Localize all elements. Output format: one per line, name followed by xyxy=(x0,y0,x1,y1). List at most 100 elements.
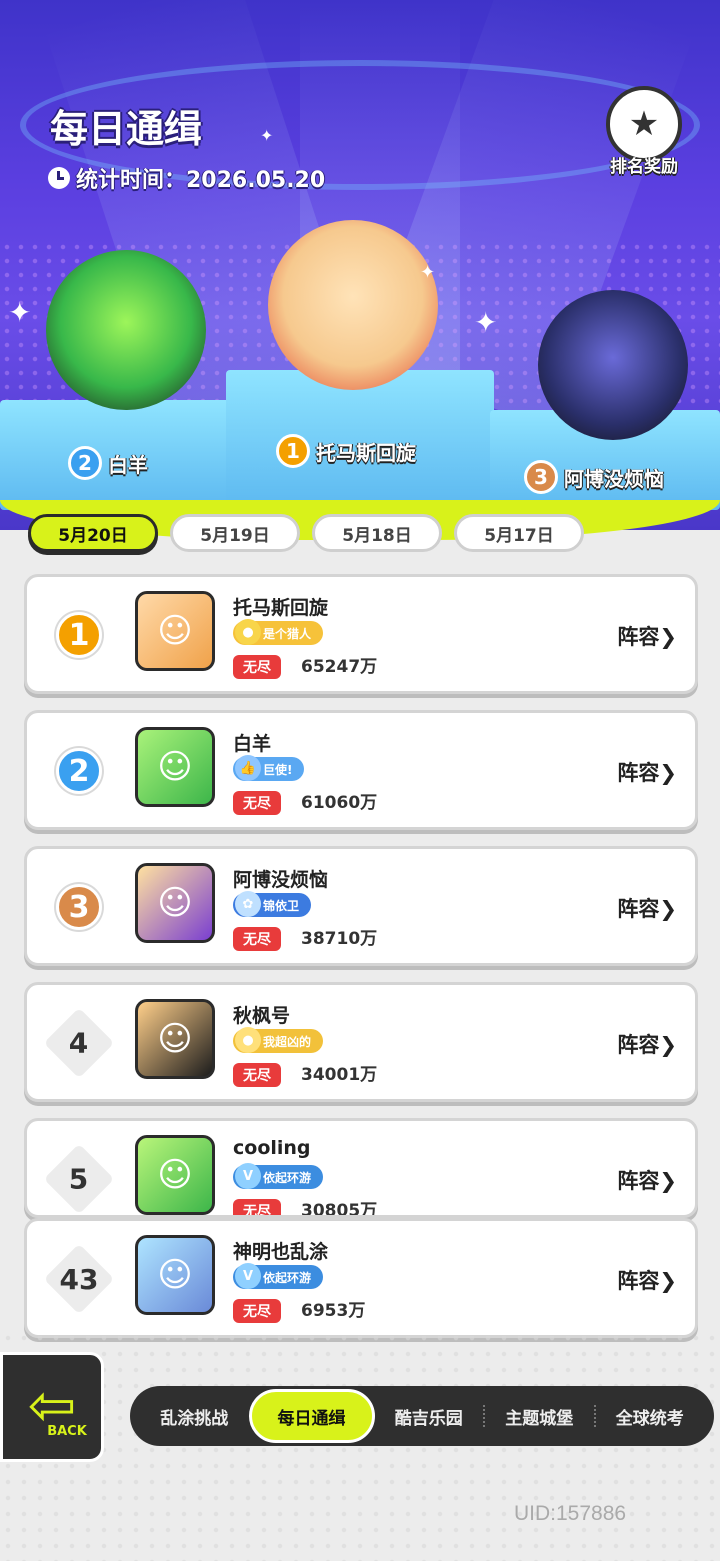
rank-cell: 2 xyxy=(47,741,111,801)
page-title: 每日通缉 xyxy=(50,107,203,151)
title-badge: ● 是个猎人 xyxy=(233,619,324,645)
sparkle-icon: ✦ xyxy=(260,126,274,145)
v-icon: V xyxy=(235,1163,261,1189)
rank-3-medal-icon: 3 xyxy=(524,460,558,494)
ranking-row[interactable]: 5 ☺ cooling V 依起环游 无尽 30805万 阵容❯ xyxy=(24,1118,698,1218)
player-name: 托马斯回旋 xyxy=(233,597,329,619)
sparkle-icon: ✦ xyxy=(420,262,436,283)
rank-reward-label: 排名奖励 xyxy=(610,157,678,177)
title-badge-text: 我超凶的 xyxy=(263,1034,312,1049)
rank-medal-gold-icon: 1 xyxy=(56,612,102,658)
rank-cell: 4 xyxy=(43,1007,115,1079)
nav-item-park[interactable]: 酷吉乐园 xyxy=(375,1404,484,1429)
rank-number: 4 xyxy=(69,1026,89,1060)
rank-number: 43 xyxy=(59,1262,99,1296)
rank-diamond: 5 xyxy=(43,1143,115,1215)
rank-diamond: 4 xyxy=(43,1007,115,1079)
nav-item-global-exam[interactable]: 全球统考 xyxy=(596,1404,705,1429)
tab-date-3[interactable]: 5月17日 xyxy=(454,514,584,552)
mode-badge: 无尽 xyxy=(233,791,281,815)
mode-badge: 无尽 xyxy=(233,655,281,679)
title-badge: ✿ 锦依卫 xyxy=(233,891,312,917)
title-badge-text: 依起环游 xyxy=(263,1270,312,1285)
sparkle-icon: ✦ xyxy=(474,306,498,339)
rank-diamond: 43 xyxy=(43,1243,115,1315)
ranking-row[interactable]: 2 ☺ 白羊 👍 巨使! 无尽 61060万 阵容❯ xyxy=(24,710,698,830)
podium-2-character[interactable] xyxy=(46,250,206,410)
chick-icon: ● xyxy=(235,619,261,645)
mode-badge: 无尽 xyxy=(233,1299,281,1323)
avatar[interactable]: ☺ xyxy=(135,591,215,671)
stat-time: 统计时间：2026.05.20 xyxy=(48,162,325,194)
my-ranking-row[interactable]: 43 ☺ 神明也乱涂 V 依起环游 无尽 6953万 阵容❯ xyxy=(24,1218,698,1338)
avatar[interactable]: ☺ xyxy=(135,727,215,807)
rank-medal-silver-icon: 2 xyxy=(56,748,102,794)
ranking-row[interactable]: 3 ☺ 阿博没烦恼 ✿ 锦依卫 无尽 38710万 阵容❯ xyxy=(24,846,698,966)
bottom-nav: 乱涂挑战 每日通缉 酷吉乐园 主题城堡 全球统考 xyxy=(130,1386,714,1446)
ranking-row[interactable]: 1 ☺ 托马斯回旋 ● 是个猎人 无尽 65247万 阵容❯ xyxy=(24,574,698,694)
player-name: 阿博没烦恼 xyxy=(233,869,329,891)
lineup-button[interactable]: 阵容❯ xyxy=(617,1265,677,1295)
avatar[interactable]: ☺ xyxy=(135,1135,215,1215)
podium-2-label: 白羊 xyxy=(108,452,148,477)
ranking-row[interactable]: 4 ☺ 秋枫号 ● 我超凶的 无尽 34001万 阵容❯ xyxy=(24,982,698,1102)
back-button[interactable]: ⇦ BACK xyxy=(0,1352,104,1462)
rank-2-medal-icon: 2 xyxy=(68,446,102,480)
lineup-button[interactable]: 阵容❯ xyxy=(617,757,677,787)
title-badge-text: 锦依卫 xyxy=(263,898,300,913)
bird-icon: ✿ xyxy=(235,891,261,917)
stat-time-text: 统计时间：2026.05.20 xyxy=(76,168,326,193)
title-badge: V 依起环游 xyxy=(233,1263,324,1289)
mode-badge: 无尽 xyxy=(233,1199,281,1215)
title-badge: 👍 巨使! xyxy=(233,755,305,781)
lineup-button[interactable]: 阵容❯ xyxy=(617,1165,677,1195)
reward-icon: ★ xyxy=(606,86,682,162)
player-name: 白羊 xyxy=(233,733,272,755)
score: 65247万 xyxy=(301,657,378,677)
title-badge-text: 是个猎人 xyxy=(263,626,312,641)
rank-cell: 43 xyxy=(43,1243,115,1315)
title-badge: V 依起环游 xyxy=(233,1163,324,1189)
podium-3-name: 3 阿博没烦恼 xyxy=(524,460,664,494)
date-tabs: 5月20日 5月19日 5月18日 5月17日 xyxy=(28,514,584,552)
podium-3-character[interactable] xyxy=(538,290,688,440)
podium-2-name: 2 白羊 xyxy=(68,446,148,480)
tab-date-0[interactable]: 5月20日 xyxy=(28,514,158,552)
nav-item-challenge[interactable]: 乱涂挑战 xyxy=(140,1404,249,1429)
score: 6953万 xyxy=(301,1301,366,1321)
rank-cell: 5 xyxy=(43,1143,115,1215)
score: 38710万 xyxy=(301,929,378,949)
nav-item-daily-wanted[interactable]: 每日通缉 xyxy=(248,1389,375,1443)
rank-reward-button[interactable]: ★ 排名奖励 xyxy=(598,86,690,178)
podium-1-character[interactable] xyxy=(268,220,438,390)
score: 30805万 xyxy=(301,1201,378,1218)
rank-number: 5 xyxy=(69,1162,89,1196)
rank-cell: 1 xyxy=(47,605,111,665)
rank-medal-bronze-icon: 3 xyxy=(56,884,102,930)
avatar[interactable]: ☺ xyxy=(135,863,215,943)
rank-cell: 3 xyxy=(47,877,111,937)
lineup-button[interactable]: 阵容❯ xyxy=(617,1029,677,1059)
podium-1-name: 1 托马斯回旋 xyxy=(276,434,416,468)
sparkle-icon: ✦ xyxy=(8,296,32,329)
mode-badge: 无尽 xyxy=(233,927,281,951)
player-name: 神明也乱涂 xyxy=(233,1241,329,1263)
avatar[interactable]: ☺ xyxy=(135,999,215,1079)
title-badge-text: 依起环游 xyxy=(263,1170,312,1185)
lineup-button[interactable]: 阵容❯ xyxy=(617,621,677,651)
tab-date-2[interactable]: 5月18日 xyxy=(312,514,442,552)
rank-1-medal-icon: 1 xyxy=(276,434,310,468)
player-name: cooling xyxy=(233,1137,311,1159)
tab-date-1[interactable]: 5月19日 xyxy=(170,514,300,552)
clock-icon xyxy=(48,167,70,189)
thumbs-up-icon: 👍 xyxy=(235,755,261,781)
score: 34001万 xyxy=(301,1065,378,1085)
nav-item-castle[interactable]: 主题城堡 xyxy=(485,1404,594,1429)
lineup-button[interactable]: 阵容❯ xyxy=(617,893,677,923)
avatar[interactable]: ☺ xyxy=(135,1235,215,1315)
v-icon: V xyxy=(235,1263,261,1289)
egg-icon: ● xyxy=(235,1027,261,1053)
back-label: BACK xyxy=(47,1423,87,1439)
title-badge: ● 我超凶的 xyxy=(233,1027,324,1053)
title-badge-text: 巨使! xyxy=(263,762,293,777)
